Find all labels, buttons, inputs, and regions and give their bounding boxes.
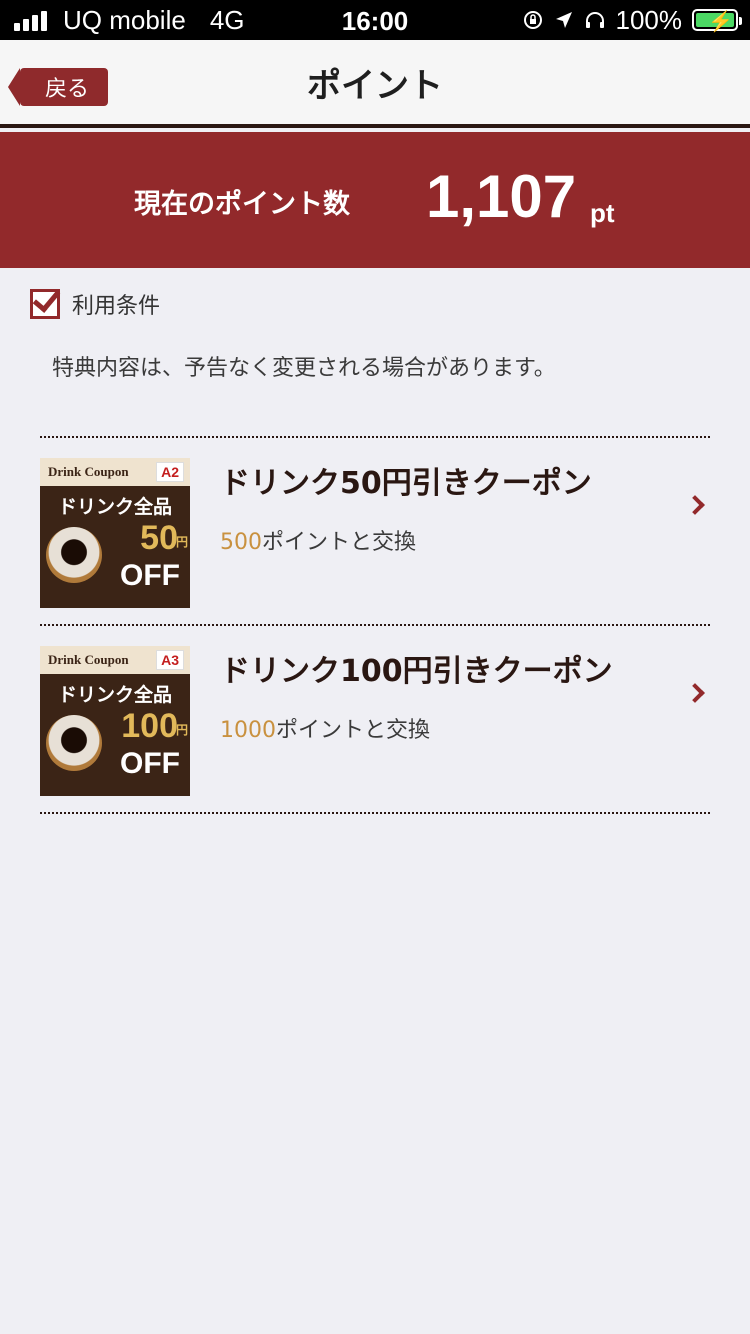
thumb-off: OFF (120, 559, 180, 592)
thumb-brand: Drink Coupon (48, 464, 129, 479)
coupon-cost-suffix: ポイントと交換 (276, 718, 431, 743)
coupon-cost-points: 1000 (220, 718, 276, 743)
terms-title: 利用条件 (72, 294, 161, 319)
points-unit: pt (590, 198, 615, 228)
coupon-item-100yen[interactable]: Drink Coupon A3 ドリンク全品 100 円 OFF ドリンク100… (40, 626, 710, 812)
divider (40, 812, 710, 814)
thumb-headline: ドリンク全品 (57, 496, 172, 518)
coupon-cost: 1000ポイントと交換 (220, 712, 430, 744)
orientation-lock-icon (523, 11, 542, 29)
thumb-yen: 円 (175, 723, 188, 737)
points-label: 現在のポイント数 (134, 189, 350, 220)
terms-notice: 特典内容は、予告なく変更される場合があります。 (52, 356, 556, 381)
points-banner: 現在のポイント数 1,107 pt (0, 132, 750, 268)
coffee-cup-icon (46, 715, 102, 771)
thumb-code: A3 (156, 650, 184, 670)
thumb-off: OFF (120, 747, 180, 780)
coupon-list: Drink Coupon A2 ドリンク全品 50 円 OFF ドリンク50円引… (40, 436, 710, 814)
headphones-icon (585, 12, 604, 28)
coupon-cost: 500ポイントと交換 (220, 524, 416, 556)
points-value: 1,107 (426, 163, 577, 230)
thumb-amount: 50 (140, 519, 178, 557)
navigation-bar: 戻る ポイント (0, 40, 750, 128)
status-left: UQ mobile 4G (14, 0, 245, 40)
checkbox-checked-icon (30, 289, 60, 319)
status-right: 100% ⚡ (522, 0, 742, 40)
location-arrow-icon (555, 12, 572, 28)
thumb-headline: ドリンク全品 (57, 684, 172, 706)
battery-percent: 100% (615, 4, 683, 35)
chevron-right-icon (685, 683, 705, 703)
status-bar: UQ mobile 4G 16:00 100% ⚡ (0, 0, 750, 40)
network-type: 4G (209, 4, 245, 35)
signal-strength-icon (14, 9, 47, 31)
terms-section: 利用条件 (30, 288, 160, 320)
page-title: ポイント (307, 66, 443, 106)
coupon-thumbnail: Drink Coupon A3 ドリンク全品 100 円 OFF (40, 646, 190, 796)
thumb-yen: 円 (175, 535, 188, 549)
coupon-cost-suffix: ポイントと交換 (262, 530, 417, 555)
thumb-amount: 100 (121, 707, 178, 745)
carrier-name: UQ mobile (63, 4, 186, 35)
coupon-thumbnail: Drink Coupon A2 ドリンク全品 50 円 OFF (40, 458, 190, 608)
coupon-item-50yen[interactable]: Drink Coupon A2 ドリンク全品 50 円 OFF ドリンク50円引… (40, 438, 710, 624)
chevron-right-icon (685, 495, 705, 515)
coupon-name: ドリンク50円引きクーポン (220, 466, 592, 501)
coffee-cup-icon (46, 527, 102, 583)
thumb-code: A2 (156, 462, 184, 482)
battery-icon: ⚡ (692, 9, 742, 33)
thumb-brand: Drink Coupon (48, 652, 129, 667)
coupon-name: ドリンク100円引きクーポン (220, 654, 613, 689)
coupon-cost-points: 500 (220, 530, 262, 555)
